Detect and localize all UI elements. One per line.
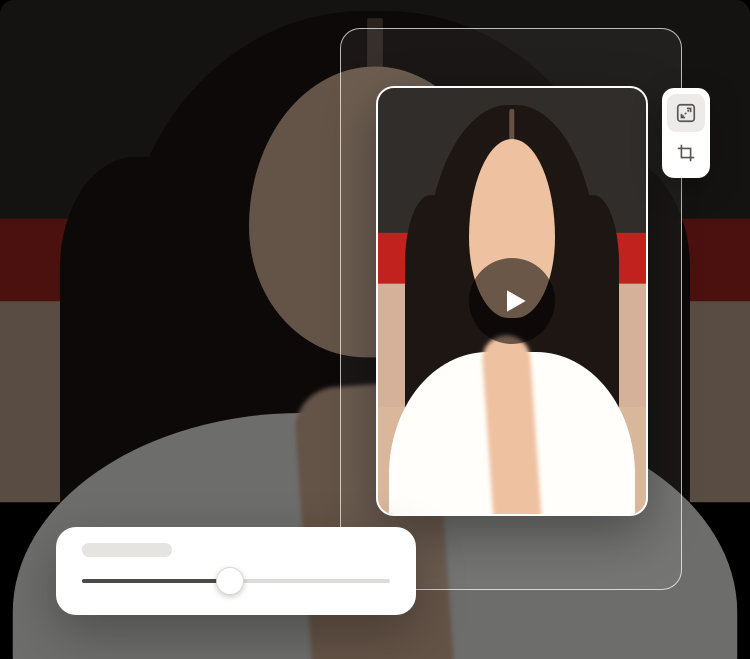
tool-panel xyxy=(662,88,710,178)
play-icon xyxy=(499,285,531,317)
slider-track[interactable] xyxy=(82,579,390,583)
resize-button[interactable] xyxy=(667,94,705,132)
slider-fill xyxy=(82,579,230,583)
video-preview[interactable] xyxy=(376,86,648,516)
slider-label xyxy=(82,543,172,557)
crop-icon xyxy=(675,142,697,164)
slider-thumb[interactable] xyxy=(216,567,244,595)
crop-handle-top-left[interactable] xyxy=(376,86,396,106)
crop-button[interactable] xyxy=(667,134,705,172)
slider-card xyxy=(56,527,416,615)
resize-icon xyxy=(675,102,697,124)
play-button[interactable] xyxy=(469,258,555,344)
